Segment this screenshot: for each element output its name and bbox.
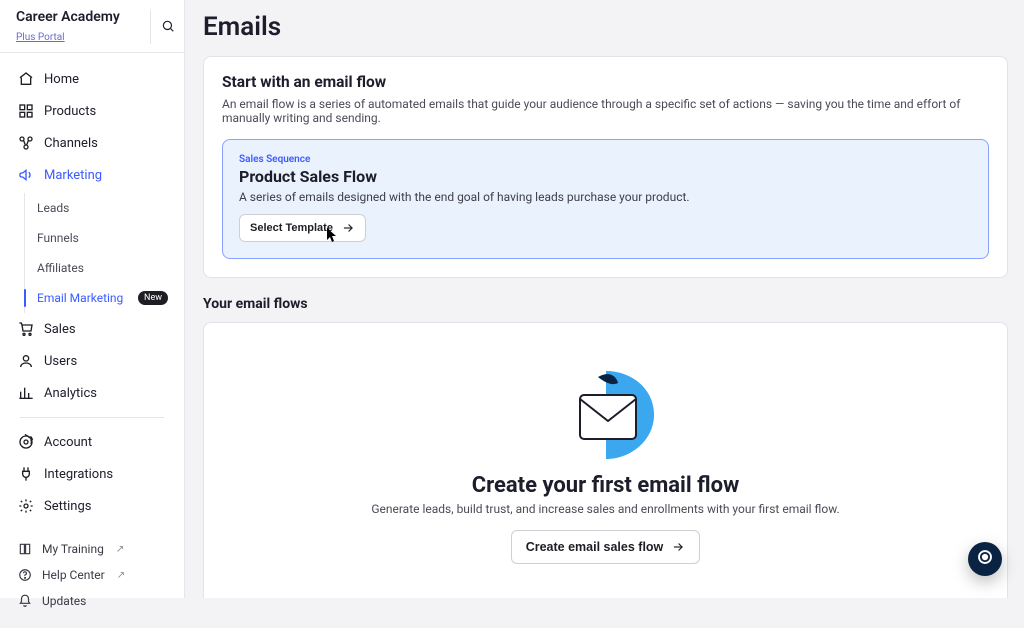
primary-nav: Home Products Channels Marketing Leads F…: [0, 53, 184, 522]
main-content: Emails Start with an email flow An email…: [185, 0, 1024, 598]
nav-analytics[interactable]: Analytics: [8, 377, 176, 409]
subnav-label: Email Marketing: [37, 291, 123, 305]
brand-title: Career Academy: [16, 10, 150, 25]
empty-desc: Generate leads, build trust, and increas…: [222, 502, 989, 516]
user-icon: [18, 353, 34, 369]
nav-label: Integrations: [44, 467, 113, 482]
bottom-label: Help Center: [42, 568, 105, 582]
nav-label: Settings: [44, 499, 91, 514]
brand-subtitle-link[interactable]: Plus Portal: [16, 31, 65, 44]
nav-label: Account: [44, 435, 92, 450]
marketing-subnav: Leads Funnels Affiliates Email Marketing…: [24, 193, 176, 313]
start-card: Start with an email flow An email flow i…: [203, 56, 1008, 278]
plug-icon: [18, 466, 34, 482]
flow-card: Sales Sequence Product Sales Flow A seri…: [222, 139, 989, 259]
flow-eyebrow: Sales Sequence: [239, 154, 972, 165]
empty-state-card: Create your first email flow Generate le…: [203, 322, 1008, 598]
nav-divider: [20, 417, 164, 418]
nav-sales[interactable]: Sales: [8, 313, 176, 345]
analytics-icon: [18, 385, 34, 401]
envelope-illustration-icon: [222, 371, 989, 459]
nav-products[interactable]: Products: [8, 95, 176, 127]
nav-integrations[interactable]: Integrations: [8, 458, 176, 490]
empty-title: Create your first email flow: [222, 473, 989, 498]
search-button[interactable]: [155, 13, 181, 42]
create-email-flow-button[interactable]: Create email sales flow: [511, 530, 701, 564]
nav-label: Users: [44, 354, 77, 369]
book-icon: [18, 542, 32, 556]
megaphone-icon: [18, 167, 34, 183]
start-desc: An email flow is a series of automated e…: [222, 97, 989, 125]
settings-icon: [18, 498, 34, 514]
nav-label: Sales: [44, 322, 76, 337]
flow-desc: A series of emails designed with the end…: [239, 190, 972, 204]
channels-icon: [18, 135, 34, 151]
select-template-button[interactable]: Select Template: [239, 214, 366, 242]
start-title: Start with an email flow: [222, 73, 989, 91]
products-icon: [18, 103, 34, 119]
cart-icon: [18, 321, 34, 337]
nav-home[interactable]: Home: [8, 63, 176, 95]
subnav-funnels[interactable]: Funnels: [25, 223, 176, 253]
sidebar-header: Career Academy Plus Portal: [0, 0, 184, 53]
chat-icon: [976, 548, 994, 570]
new-badge: New: [138, 291, 168, 305]
nav-settings[interactable]: Settings: [8, 490, 176, 522]
arrow-right-icon: [341, 221, 355, 235]
gear-icon: [18, 434, 34, 450]
subnav-label: Affiliates: [37, 261, 84, 275]
page-title: Emails: [203, 12, 1008, 42]
search-wrap: [150, 10, 184, 44]
nav-label: Home: [44, 72, 79, 87]
nav-users[interactable]: Users: [8, 345, 176, 377]
bottom-label: Updates: [42, 594, 86, 608]
subnav-label: Funnels: [37, 231, 79, 245]
nav-label: Marketing: [44, 168, 102, 183]
bottom-my-training[interactable]: My Training ↗: [8, 536, 176, 562]
sidebar-bottom: My Training ↗ Help Center ↗ Updates: [0, 522, 184, 628]
search-icon: [161, 21, 175, 36]
nav-label: Analytics: [44, 386, 97, 401]
nav-channels[interactable]: Channels: [8, 127, 176, 159]
nav-marketing[interactable]: Marketing: [8, 159, 176, 191]
help-icon: [18, 568, 32, 582]
nav-account[interactable]: Account: [8, 426, 176, 458]
external-icon: ↗: [116, 544, 124, 555]
subnav-email-marketing[interactable]: Email Marketing New: [25, 283, 176, 313]
flow-title: Product Sales Flow: [239, 167, 972, 186]
arrow-right-icon: [671, 540, 685, 554]
bottom-help-center[interactable]: Help Center ↗: [8, 562, 176, 588]
subnav-leads[interactable]: Leads: [25, 193, 176, 223]
mouse-cursor-icon: [326, 228, 338, 247]
chat-fab[interactable]: [968, 542, 1002, 576]
subnav-affiliates[interactable]: Affiliates: [25, 253, 176, 283]
bottom-updates[interactable]: Updates: [8, 588, 176, 614]
home-icon: [18, 71, 34, 87]
bell-icon: [18, 594, 32, 608]
bottom-label: My Training: [42, 542, 104, 556]
nav-label: Products: [44, 104, 96, 119]
subnav-label: Leads: [37, 201, 69, 215]
external-icon: ↗: [117, 570, 125, 581]
sidebar: Career Academy Plus Portal Home Products: [0, 0, 185, 598]
button-label: Create email sales flow: [526, 540, 664, 554]
button-label: Select Template: [250, 222, 333, 234]
nav-label: Channels: [44, 136, 98, 151]
your-email-flows-title: Your email flows: [203, 296, 1008, 312]
